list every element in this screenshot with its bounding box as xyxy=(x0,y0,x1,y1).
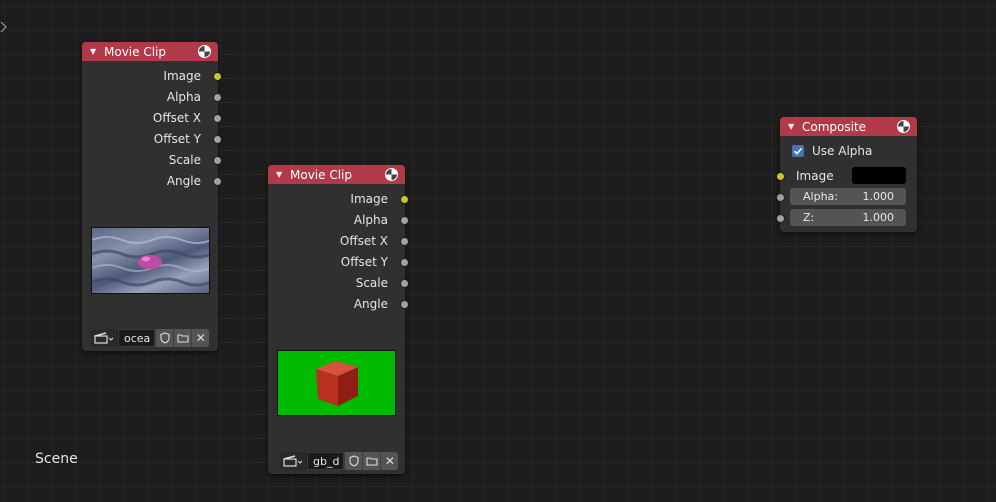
output-socket-row: Image xyxy=(82,66,222,86)
render-checker-icon[interactable] xyxy=(897,120,910,133)
output-socket-row: Scale xyxy=(82,150,222,170)
input-socket-z[interactable] xyxy=(776,214,785,223)
triangle-down-icon[interactable]: ▼ xyxy=(276,170,286,179)
output-label: Offset Y xyxy=(340,255,388,269)
triangle-down-icon[interactable]: ▼ xyxy=(788,122,798,131)
render-checker-icon[interactable] xyxy=(198,45,211,58)
output-socket[interactable] xyxy=(213,72,222,81)
output-socket[interactable] xyxy=(400,216,409,225)
triangle-down-icon[interactable]: ▼ xyxy=(90,47,100,56)
output-label: Alpha xyxy=(166,90,201,104)
clapperboard-icon[interactable] xyxy=(280,452,307,470)
close-icon[interactable]: ✕ xyxy=(380,452,399,470)
z-field[interactable]: Z: 1.000 xyxy=(790,209,906,226)
output-socket-row: Alpha xyxy=(268,210,409,230)
output-socket[interactable] xyxy=(213,93,222,102)
clip-datablock-selector: gb_d ✕ xyxy=(280,452,399,470)
output-label: Image xyxy=(350,192,388,206)
output-label: Scale xyxy=(168,153,201,167)
output-socket[interactable] xyxy=(400,258,409,267)
output-socket-row: Angle xyxy=(82,171,222,191)
output-label: Offset X xyxy=(339,234,388,248)
folder-icon[interactable] xyxy=(173,329,192,347)
clapperboard-icon[interactable] xyxy=(91,329,118,347)
output-label: Offset Y xyxy=(153,132,201,146)
use-alpha-checkbox[interactable] xyxy=(792,145,804,157)
output-label: Angle xyxy=(166,174,201,188)
node-header[interactable]: ▼ Movie Clip xyxy=(268,165,405,184)
clip-name-field[interactable]: gb_d xyxy=(307,452,345,470)
movie-clip-node-1[interactable]: ▼ Movie Clip Image Alpha Offset X Offset… xyxy=(82,42,222,351)
checkmark-icon xyxy=(793,147,803,155)
z-value: 1.000 xyxy=(862,211,895,224)
clip-preview-ocean xyxy=(91,227,210,294)
node-header[interactable]: ▼ Composite xyxy=(780,117,917,136)
output-socket-row: Image xyxy=(268,189,409,209)
alpha-label: Alpha: xyxy=(803,190,838,203)
image-input-label: Image xyxy=(796,169,834,183)
output-socket[interactable] xyxy=(213,114,222,123)
output-socket[interactable] xyxy=(400,279,409,288)
input-socket-image[interactable] xyxy=(776,172,785,181)
output-socket-row: Scale xyxy=(268,273,409,293)
shield-icon[interactable] xyxy=(155,329,174,347)
use-alpha-label: Use Alpha xyxy=(812,144,873,158)
input-socket-alpha[interactable] xyxy=(776,193,785,202)
output-socket[interactable] xyxy=(400,237,409,246)
clip-name-field[interactable]: ocea xyxy=(118,329,156,347)
node-header[interactable]: ▼ Movie Clip xyxy=(82,42,218,61)
alpha-field[interactable]: Alpha: 1.000 xyxy=(790,188,906,205)
z-label: Z: xyxy=(803,211,815,224)
output-socket[interactable] xyxy=(213,156,222,165)
ocean-waves-image xyxy=(92,236,209,287)
scene-name-label: Scene xyxy=(35,451,78,467)
image-color-swatch[interactable] xyxy=(852,167,906,184)
output-socket[interactable] xyxy=(400,195,409,204)
region-expand-arrow-icon[interactable] xyxy=(0,20,8,34)
alpha-value: 1.000 xyxy=(862,190,895,203)
output-label: Offset X xyxy=(152,111,201,125)
composite-node[interactable]: ▼ Composite Use Alpha Image Alpha: 1.000… xyxy=(776,117,917,232)
output-socket-row: Angle xyxy=(268,294,409,314)
output-label: Alpha xyxy=(353,213,388,227)
output-socket-row: Offset Y xyxy=(268,252,409,272)
output-socket-row: Offset X xyxy=(82,108,222,128)
render-checker-icon[interactable] xyxy=(385,168,398,181)
node-title: Movie Clip xyxy=(290,167,352,182)
output-socket[interactable] xyxy=(213,135,222,144)
clip-preview-green-screen xyxy=(277,350,396,416)
output-label: Image xyxy=(163,69,201,83)
output-socket-row: Offset Y xyxy=(82,129,222,149)
node-title: Composite xyxy=(802,119,867,134)
output-socket-row: Offset X xyxy=(268,231,409,251)
movie-clip-node-2[interactable]: ▼ Movie Clip Image Alpha Offset X Offset… xyxy=(268,165,409,474)
output-socket[interactable] xyxy=(213,177,222,186)
output-socket-row: Alpha xyxy=(82,87,222,107)
close-icon[interactable]: ✕ xyxy=(191,329,210,347)
node-title: Movie Clip xyxy=(104,44,166,59)
clip-datablock-selector: ocea ✕ xyxy=(91,329,210,347)
output-socket[interactable] xyxy=(400,300,409,309)
output-label: Scale xyxy=(355,276,388,290)
folder-icon[interactable] xyxy=(362,452,381,470)
output-label: Angle xyxy=(353,297,388,311)
red-cube-image xyxy=(316,361,358,406)
shield-icon[interactable] xyxy=(344,452,363,470)
